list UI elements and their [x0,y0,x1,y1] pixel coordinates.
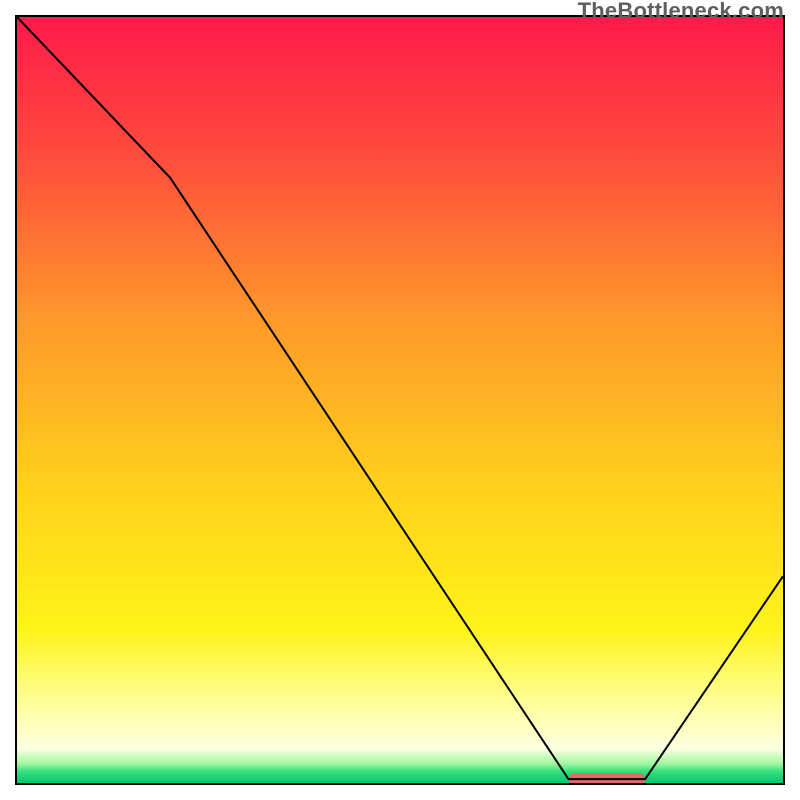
chart-canvas [17,17,783,783]
chart-container: TheBottleneck.com [0,0,800,800]
watermark-label: TheBottleneck.com [578,0,784,24]
gradient-background [17,17,783,783]
plot-area-border [15,15,785,785]
bottom-marker [569,773,646,783]
